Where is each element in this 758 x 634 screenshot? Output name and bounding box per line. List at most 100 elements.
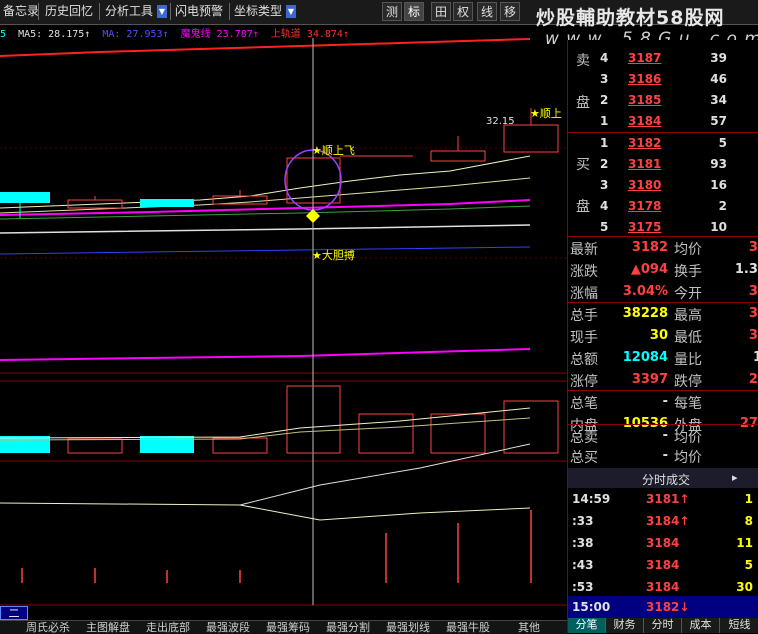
ask-price: 3186: [628, 72, 662, 86]
ask-price: 3185: [628, 93, 662, 107]
quote-label: 跌停: [674, 374, 702, 390]
ticks-expand-icon[interactable]: ▸: [732, 471, 738, 484]
tab-strongest-drawline[interactable]: 最强划线: [386, 621, 430, 634]
bid-price: 3181: [628, 157, 662, 171]
mode-grid-button[interactable]: 田: [431, 2, 451, 21]
quote-panel: 卖 盘 4 3187 39 3 3186 46 2 3185 34 1 3184…: [567, 40, 758, 633]
tick-time: 15:00: [572, 600, 611, 614]
white-ma-line: [0, 224, 531, 234]
mode-move-button[interactable]: 移: [500, 2, 520, 21]
axis-type-button[interactable]: 坐标类型: [231, 2, 285, 21]
volume-ma-line: [0, 417, 531, 441]
mode-mark-button[interactable]: 标: [404, 2, 424, 21]
tab-intraday[interactable]: 分时: [644, 618, 682, 633]
tab-strongest-bull[interactable]: 最强牛股: [446, 621, 490, 634]
bid-row[interactable]: 5 3175 10: [568, 217, 758, 238]
flash-alert-button[interactable]: 闪电预警: [172, 2, 226, 21]
ask-level: 2: [600, 93, 609, 107]
toolbar-divider: [170, 3, 171, 20]
quote-value: 12084: [622, 350, 668, 365]
toolbar-divider: [99, 3, 100, 20]
bold-buy-label: ★大胆搏: [312, 248, 355, 262]
analysis-tools-button[interactable]: 分析工具: [102, 2, 156, 21]
bid-price: 3182: [628, 136, 662, 150]
blue-ma-line: [0, 246, 531, 255]
bid-price: 3178: [628, 199, 662, 213]
ask-level: 4: [600, 51, 609, 65]
ask-volume: 46: [710, 72, 727, 86]
history-recall-button[interactable]: 历史回忆: [42, 2, 96, 21]
bid-level: 2: [600, 157, 609, 171]
bid-row[interactable]: 2 3181 93: [568, 154, 758, 175]
quote-label: 量比: [674, 352, 702, 368]
tick-volume: 5: [744, 558, 753, 572]
quote-row-pct: 涨幅 3.04% 今开 308: [568, 281, 758, 303]
tick-time: :33: [572, 514, 594, 528]
mode-rights-button[interactable]: 权: [453, 2, 473, 21]
quote-label: 总手: [570, 308, 598, 324]
mode-measure-button[interactable]: 测: [382, 2, 402, 21]
tick-time: 14:59: [572, 492, 611, 506]
bid-row[interactable]: 1 3182 5: [568, 133, 758, 154]
quote-value: 1.4: [752, 350, 758, 365]
tick-price: 3181↑: [646, 492, 690, 506]
tab-finance[interactable]: 财务: [606, 618, 644, 633]
tab-other[interactable]: 其他: [518, 621, 540, 634]
tick-row: 14:59 3181↑ 1: [568, 488, 758, 510]
signal-marker-icon: [306, 209, 320, 223]
fly-high-label: ★顺上飞: [312, 144, 355, 157]
lower-magenta-line: [0, 348, 531, 361]
ask-level: 3: [600, 72, 609, 86]
volume-ma-line: [0, 407, 531, 439]
site-watermark: 炒股輔助教材58股网: [536, 7, 725, 29]
ask-row[interactable]: 2 3185 34: [568, 90, 758, 111]
tab-cost[interactable]: 成本: [682, 618, 720, 633]
bid-level: 1: [600, 136, 609, 150]
volume-bar: [67, 438, 123, 454]
volume-bar: [358, 413, 414, 454]
ticks-header: 分时成交 ▸: [568, 468, 758, 488]
bottom-tab-bar: 周氏必杀 主图解盘 走出底部 最强波段 最强筹码 最强分割 最强划线 最强牛股 …: [0, 620, 567, 634]
tab-zhou-bisha[interactable]: 周氏必杀: [26, 621, 70, 634]
bid-price: 3175: [628, 220, 662, 234]
candlestick-chart[interactable]: ★顺上飞 ★顺上 32.15 ★大胆搏: [0, 38, 567, 620]
chevron-down-icon[interactable]: ▼: [286, 5, 296, 18]
ask-row[interactable]: 1 3184 57: [568, 111, 758, 132]
quote-value: -: [662, 428, 668, 443]
chevron-down-icon[interactable]: ▼: [157, 5, 167, 18]
tick-volume: 8: [744, 514, 753, 528]
mode-line-button[interactable]: 线: [477, 2, 497, 21]
tab-ticks[interactable]: 分笔: [568, 618, 606, 633]
quote-label: 均价: [674, 430, 702, 446]
tab-strongest-chips[interactable]: 最强筹码: [266, 621, 310, 634]
bid-row[interactable]: 4 3178 2: [568, 196, 758, 217]
ask-row[interactable]: 3 3186 46: [568, 69, 758, 90]
bid-row[interactable]: 3 3180 16: [568, 175, 758, 196]
tab-strongest-wave[interactable]: 最强波段: [206, 621, 250, 634]
tick-row-selected[interactable]: 15:00 3182↓: [568, 596, 758, 618]
indicator-line: [0, 502, 531, 521]
tab-short-term[interactable]: 短线: [720, 618, 758, 633]
tick-row: :33 3184↑ 8: [568, 510, 758, 532]
quote-value: 3.04%: [622, 284, 668, 299]
tab-bottom-breakout[interactable]: 走出底部: [146, 621, 190, 634]
bid-level: 3: [600, 178, 609, 192]
bid-volume: 93: [710, 157, 727, 171]
volume-bar: [212, 437, 268, 454]
volume-bar: [503, 400, 559, 454]
quote-label: 今开: [674, 286, 702, 302]
ask-row[interactable]: 4 3187 39: [568, 48, 758, 69]
tab-strongest-split[interactable]: 最强分割: [326, 621, 370, 634]
quote-row-volume: 总手 38228 最高 321: [568, 303, 758, 325]
memo-button[interactable]: 备忘录: [0, 2, 42, 21]
quote-value: 316: [748, 240, 758, 255]
volume-bar: [430, 413, 486, 454]
quote-row-current: 现手 30 最低 308: [568, 325, 758, 347]
quote-row-amount: 总额 12084 量比 1.4: [568, 347, 758, 369]
tick-price: 3182↓: [646, 600, 690, 614]
right-tab-bar: 分笔 财务 分时 成本 短线: [568, 618, 758, 633]
tab-main-chart-analysis[interactable]: 主图解盘: [86, 621, 130, 634]
quote-label: 总额: [570, 352, 598, 368]
quote-label: 涨跌: [570, 264, 598, 280]
period-tab[interactable]: 二: [0, 606, 28, 620]
